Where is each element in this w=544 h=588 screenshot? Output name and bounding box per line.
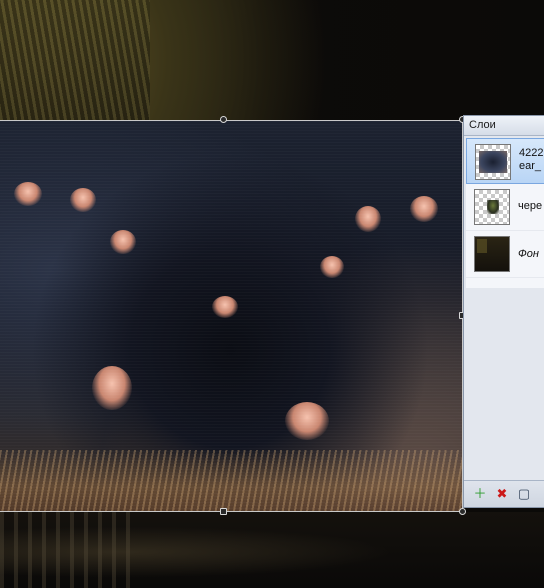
fingernail-highlight [92,366,132,410]
background-bottom-area [0,512,544,588]
duplicate-layer-icon: ▢ [517,486,531,501]
transform-handle-top[interactable] [220,116,227,123]
fingernail-highlight [320,256,344,278]
transform-handle-bottom[interactable] [220,508,227,515]
layer-name-line2: ear_ [519,160,542,172]
layer-item[interactable]: черe [466,184,544,231]
layers-panel-toolbar: ＋ ✖ ▢ [464,480,544,507]
fingernail-highlight [285,402,329,440]
layers-panel: Слои 4222 ear_ черe Фон ＋ ✖ ▢ [463,115,544,508]
hair-strands [0,450,463,512]
new-layer-icon: ＋ [473,486,487,501]
duplicate-layer-button[interactable]: ▢ [516,486,532,502]
fingernail-highlight [410,196,438,222]
layer-name: черe [518,200,543,212]
layers-panel-title[interactable]: Слои [464,116,544,136]
layer-name: Фон [518,248,539,260]
fingernail-highlight [14,182,42,206]
layer-name: 4222 ear_ [519,147,543,173]
transform-handle-bottom-right[interactable] [459,508,466,515]
layer-thumbnail [474,236,510,272]
fingernail-highlight [110,230,136,254]
layer-list: 4222 ear_ черe Фон [466,138,544,288]
new-layer-button[interactable]: ＋ [472,486,488,502]
layer-item-background[interactable]: Фон [466,231,544,278]
background-bars [0,512,130,588]
fingernail-highlight [212,296,238,318]
transformed-layer-image[interactable] [0,120,463,512]
fingernail-highlight [355,206,381,232]
fingernail-highlight [70,188,96,212]
layer-thumbnail [474,189,510,225]
layer-thumbnail [475,144,511,180]
delete-layer-icon: ✖ [496,486,508,501]
layer-item-selected[interactable]: 4222 ear_ [466,138,544,184]
background-wall-texture [0,0,150,120]
layer-name-line1: 4222 [519,147,544,159]
delete-layer-button[interactable]: ✖ [494,486,510,502]
